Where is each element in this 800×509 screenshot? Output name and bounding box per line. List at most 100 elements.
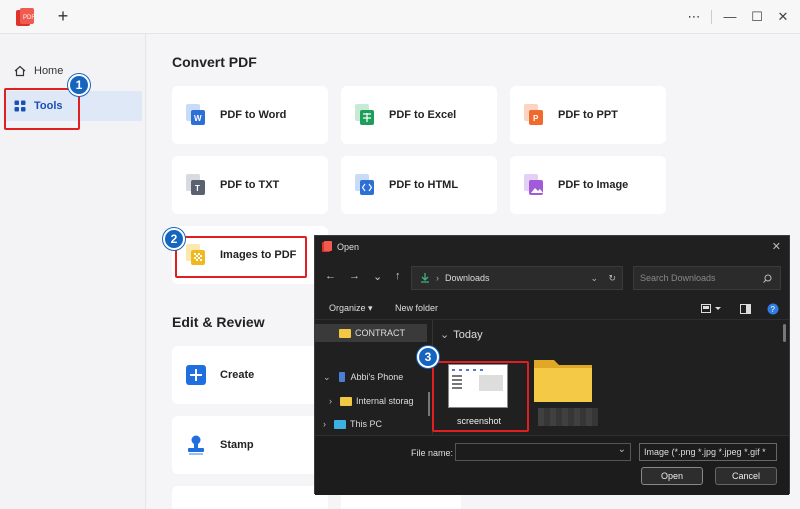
file-name-input[interactable] (455, 443, 631, 461)
txt-icon: T (186, 174, 205, 195)
minimize-button[interactable]: — (722, 9, 738, 25)
plus-icon (186, 365, 206, 385)
tool-stamp[interactable]: Stamp (172, 416, 328, 474)
maximize-button[interactable]: ☐ (749, 9, 765, 25)
step-badge-1: 1 (68, 74, 90, 96)
word-icon: W (186, 104, 205, 125)
image-icon (524, 174, 543, 195)
tool-label: PDF to Excel (389, 109, 457, 121)
ppt-icon: P (524, 104, 543, 125)
open-button[interactable]: Open (641, 467, 703, 485)
up-arrow-icon[interactable]: ↑ (395, 270, 401, 282)
computer-icon (334, 419, 346, 429)
home-icon (14, 65, 26, 77)
app-logo-icon: PDF (16, 8, 35, 26)
dialog-title-bar: Open ✕ (315, 236, 789, 258)
dialog-navigation: ← → ⌄ ↑ › Downloads ⌄ ↻ Search Downloads (315, 264, 789, 292)
tool-label: PDF to PPT (558, 109, 618, 121)
organize-button[interactable]: Organize ▾ (329, 303, 373, 314)
view-options-icon[interactable] (701, 304, 723, 314)
excel-icon (355, 104, 374, 125)
nav-item-label: Internal storag (356, 396, 414, 406)
step-badge-3: 3 (417, 346, 439, 368)
tool-label: Create (220, 369, 255, 381)
titlebar-divider (711, 10, 712, 24)
stamp-icon (188, 435, 204, 455)
file-type-filter[interactable]: Image (*.png *.jpg *.jpeg *.gif * (639, 443, 777, 461)
tool-pdf-to-word[interactable]: W PDF to Word (172, 86, 328, 144)
download-icon (421, 273, 429, 283)
chevron-down-icon[interactable]: ⌄ (440, 329, 449, 341)
folder-icon[interactable] (532, 354, 594, 404)
sidebar-item-label: Home (34, 65, 64, 77)
tool-pdf-to-excel[interactable]: PDF to Excel (341, 86, 497, 144)
address-text: Downloads (445, 273, 490, 283)
chevron-right-icon[interactable]: › (329, 396, 332, 406)
title-bar: PDF + ⋯ — ☐ ✕ (0, 0, 800, 34)
preview-pane-icon[interactable] (740, 304, 751, 314)
nav-item-phone[interactable]: ⌄ Abbi's Phone (315, 368, 403, 386)
group-header: ⌄ Today (440, 328, 483, 341)
highlight-box-images-to-pdf (175, 236, 307, 278)
more-options-icon[interactable]: ⋯ (686, 9, 702, 25)
file-name-field-label: File name: (411, 448, 454, 458)
nav-item-internal-storage[interactable]: › Internal storag (315, 392, 414, 410)
chevron-right-icon[interactable]: › (323, 419, 326, 429)
blurred-filename (538, 408, 598, 426)
refresh-icon[interactable]: ↻ (608, 273, 616, 284)
address-bar[interactable]: › Downloads ⌄ ↻ (411, 266, 623, 290)
tool-label: PDF to Word (220, 109, 287, 121)
highlight-box-tools (4, 88, 80, 130)
chevron-down-icon[interactable]: ⌄ (323, 372, 331, 383)
tool-pdf-to-html[interactable]: PDF to HTML (341, 156, 497, 214)
tool-pdf-to-ppt[interactable]: P PDF to PPT (510, 86, 666, 144)
section-title-convert: Convert PDF (172, 54, 257, 70)
nav-item-label: Abbi's Phone (350, 372, 404, 382)
tool-label: PDF to Image (558, 179, 629, 191)
tool-pdf-to-txt[interactable]: T PDF to TXT (172, 156, 328, 214)
nav-item-label: This PC (350, 419, 383, 429)
search-input[interactable]: Search Downloads (633, 266, 781, 290)
step-badge-2: 2 (163, 228, 185, 250)
chevron-down-icon[interactable]: ⌄ (590, 273, 598, 284)
dialog-footer: File name: Image (*.png *.jpg *.jpeg *.g… (315, 435, 789, 495)
svg-text:T: T (195, 184, 200, 193)
svg-text:?: ? (771, 305, 776, 314)
cancel-button[interactable]: Cancel (715, 467, 777, 485)
nav-item-contract[interactable]: CONTRACT (315, 324, 427, 342)
nav-item-label: CONTRACT (355, 328, 405, 338)
tool-label: Stamp (220, 439, 254, 451)
tool-create[interactable]: Create (172, 346, 328, 404)
highlight-box-screenshot (432, 361, 529, 432)
tool-pdf-to-image[interactable]: PDF to Image (510, 156, 666, 214)
tool-label: PDF to TXT (220, 179, 280, 191)
nav-scrollbar[interactable] (428, 392, 430, 416)
app-logo-icon (322, 241, 332, 252)
nav-item-this-pc[interactable]: › This PC (315, 415, 382, 433)
forward-arrow-icon[interactable]: → (349, 270, 360, 282)
open-file-dialog: Open ✕ ← → ⌄ ↑ › Downloads ⌄ ↻ Search Do… (314, 235, 790, 495)
chevron-down-icon[interactable]: ⌄ (373, 270, 382, 283)
section-title-edit: Edit & Review (172, 314, 265, 330)
dialog-close-icon[interactable]: ✕ (772, 240, 781, 253)
search-icon (763, 274, 772, 283)
navigation-pane: CONTRACT ⌄ Abbi's Phone › Internal stora… (315, 320, 433, 435)
content-scrollbar[interactable] (783, 324, 786, 342)
folder-icon (340, 396, 352, 406)
help-icon[interactable]: ? (767, 303, 779, 315)
search-placeholder: Search Downloads (640, 273, 716, 283)
close-button[interactable]: ✕ (775, 9, 791, 25)
back-arrow-icon[interactable]: ← (325, 270, 336, 282)
dialog-toolbar: Organize ▾ New folder ? (315, 298, 789, 320)
folder-icon (339, 328, 351, 338)
svg-text:PDF: PDF (23, 15, 35, 21)
phone-icon (338, 372, 345, 382)
svg-text:P: P (533, 114, 539, 123)
html-icon (355, 174, 374, 195)
dialog-title: Open (337, 242, 360, 252)
tool-label: PDF to HTML (389, 179, 459, 191)
new-folder-button[interactable]: New folder (395, 303, 438, 313)
new-tab-button[interactable]: + (54, 7, 72, 25)
breadcrumb-separator: › (436, 273, 439, 283)
tool-card-partial[interactable] (172, 486, 328, 509)
